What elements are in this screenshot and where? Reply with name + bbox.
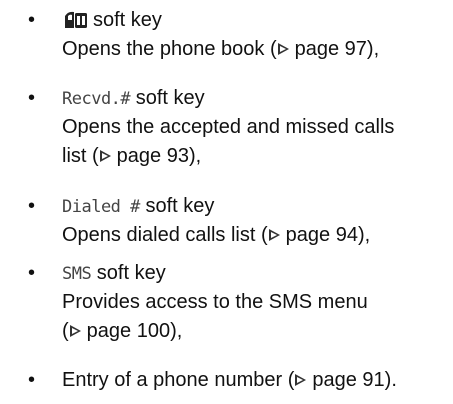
item-description: Opens dialed calls list (page 94), (62, 224, 371, 246)
key-suffix: soft key (145, 195, 215, 217)
page-ref: page 93 (116, 145, 189, 167)
item-title: soft key (62, 6, 162, 34)
item-title: Dialed # soft key (62, 192, 214, 221)
page-ref: page 100 (86, 320, 171, 342)
page-ref: page 97 (294, 38, 367, 60)
item-title: Recvd.# soft key (62, 84, 205, 113)
item-description: (page 100), (62, 320, 183, 342)
page-ref: page 94 (285, 224, 358, 246)
bullet: • (28, 262, 36, 284)
item-title: SMS soft key (62, 259, 166, 288)
item-description: Provides access to the SMS menu (62, 291, 368, 313)
soft-key-label: Dialed # (62, 197, 140, 217)
item-description: Opens the phone book (page 97), (62, 38, 380, 60)
page-ref-arrow-icon (277, 43, 289, 55)
soft-key-label: Recvd.# (62, 89, 131, 109)
item-description: Entry of a phone number (page 91). (62, 369, 397, 391)
bullet: • (28, 9, 36, 31)
soft-key-label: SMS (62, 264, 92, 284)
key-suffix: soft key (96, 262, 166, 284)
item-description: list (page 93), (62, 145, 202, 167)
phone-book-icon (65, 11, 87, 28)
page-ref-arrow-icon (99, 150, 111, 162)
item-description: Opens the accepted and missed calls (62, 116, 395, 138)
bullet: • (28, 87, 36, 109)
page-ref-arrow-icon (268, 229, 280, 241)
page-ref-arrow-icon (69, 325, 81, 337)
bullet: • (28, 195, 36, 217)
page-ref-arrow-icon (295, 374, 307, 386)
key-suffix: soft key (93, 9, 162, 31)
page-ref: page 91 (312, 369, 385, 391)
key-suffix: soft key (135, 87, 205, 109)
bullet: • (28, 369, 36, 391)
